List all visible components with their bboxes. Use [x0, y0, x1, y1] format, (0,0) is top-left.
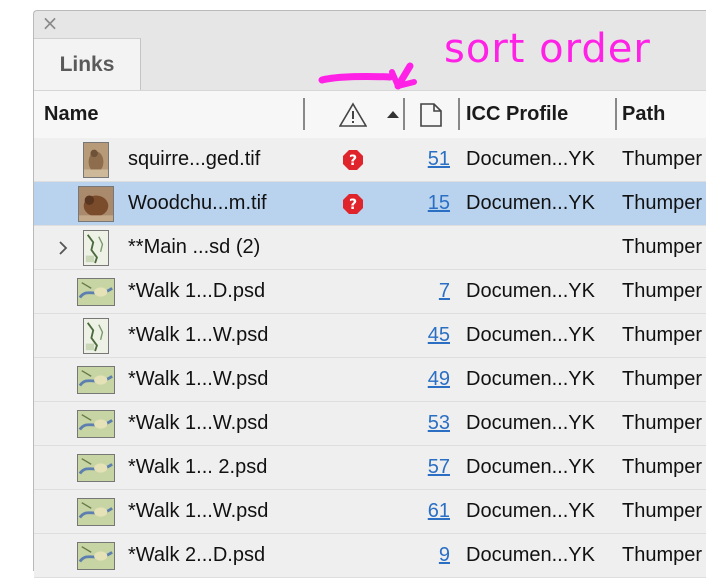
column-icc-header[interactable]: ICC Profile: [466, 91, 568, 138]
column-name-header[interactable]: Name: [44, 91, 98, 138]
file-path: Thumper: [622, 280, 703, 302]
annotation-arrow: [318, 62, 417, 90]
thumbnail: [77, 409, 115, 438]
file-name: *Walk 1...W.psd: [128, 412, 269, 434]
icc-profile: Documen...YK: [466, 456, 595, 478]
svg-text:?: ?: [349, 197, 357, 213]
icc-profile: Documen...YK: [466, 500, 595, 522]
table-row[interactable]: *Walk 1...W.psd 49 Documen...YK Thumper: [34, 358, 706, 402]
thumbnail: [77, 497, 115, 526]
sort-ascending-icon[interactable]: [386, 91, 400, 138]
file-name: Woodchu...m.tif: [128, 192, 267, 214]
page-link[interactable]: 49: [410, 358, 450, 401]
icc-profile: Documen...YK: [466, 148, 595, 170]
page-link[interactable]: 57: [410, 446, 450, 489]
thumbnail: [77, 541, 115, 570]
file-name: *Walk 2...D.psd: [128, 544, 266, 566]
missing-link-icon[interactable]: ?: [342, 149, 364, 171]
table-row[interactable]: **Main ...sd (2) Thumper: [34, 226, 706, 270]
icc-profile: Documen...YK: [466, 280, 595, 302]
table-row[interactable]: *Walk 1...W.psd 53 Documen...YK Thumper: [34, 402, 706, 446]
icc-profile: Documen...YK: [466, 192, 595, 214]
thumbnail: [77, 365, 115, 394]
links-list: squirre...ged.tif? 51 Documen...YK Thumper W…: [34, 138, 706, 578]
page-icon[interactable]: [419, 91, 443, 138]
table-row[interactable]: *Walk 1...D.psd 7 Documen...YK Thumper: [34, 270, 706, 314]
table-row[interactable]: *Walk 1...W.psd 45 Documen...YK Thumper: [34, 314, 706, 358]
file-name: squirre...ged.tif: [128, 148, 261, 170]
icc-profile: Documen...YK: [466, 544, 595, 566]
file-path: Thumper: [622, 544, 703, 566]
column-divider[interactable]: [303, 98, 305, 130]
file-path: Thumper: [622, 236, 703, 258]
column-divider[interactable]: [615, 98, 617, 130]
column-divider[interactable]: [403, 98, 405, 130]
missing-link-icon[interactable]: ?: [342, 193, 364, 215]
thumbnail: [77, 277, 115, 306]
file-path: Thumper: [622, 324, 703, 346]
page-link[interactable]: 61: [410, 490, 450, 533]
file-name: **Main ...sd (2): [128, 236, 261, 258]
page-link[interactable]: 45: [410, 314, 450, 357]
file-path: Thumper: [622, 456, 703, 478]
table-row[interactable]: squirre...ged.tif? 51 Documen...YK Thumper: [34, 138, 706, 182]
page-link[interactable]: 53: [410, 402, 450, 445]
column-divider[interactable]: [458, 98, 460, 130]
file-name: *Walk 1...D.psd: [128, 280, 266, 302]
file-name: *Walk 1... 2.psd: [128, 456, 268, 478]
table-row[interactable]: *Walk 1... 2.psd 57 Documen...YK Thumper: [34, 446, 706, 490]
file-path: Thumper: [622, 500, 703, 522]
thumbnail: [83, 141, 109, 178]
table-row[interactable]: *Walk 1...W.psd 61 Documen...YK Thumper: [34, 490, 706, 534]
file-path: Thumper: [622, 148, 703, 170]
column-header: Name ICC Profile Path: [34, 90, 706, 139]
file-name: *Walk 1...W.psd: [128, 368, 269, 390]
close-icon[interactable]: ×: [41, 13, 59, 33]
table-row[interactable]: Woodchu...m.tif? 15 Documen...YK Thumper: [34, 182, 706, 226]
page-link[interactable]: 51: [410, 138, 450, 181]
table-row[interactable]: *Walk 2...D.psd 9 Documen...YK Thumper: [34, 534, 706, 578]
svg-text:?: ?: [349, 153, 357, 169]
warning-triangle-icon[interactable]: [339, 91, 367, 138]
page-link[interactable]: 9: [410, 534, 450, 577]
file-path: Thumper: [622, 412, 703, 434]
thumbnail: [83, 229, 109, 266]
tab-links[interactable]: Links: [34, 38, 141, 91]
icc-profile: Documen...YK: [466, 324, 595, 346]
page-link[interactable]: 7: [410, 270, 450, 313]
file-name: *Walk 1...W.psd: [128, 500, 269, 522]
annotation-label: sort order: [444, 26, 651, 72]
icc-profile: Documen...YK: [466, 368, 595, 390]
chevron-right-icon[interactable]: [56, 238, 70, 258]
thumbnail: [77, 453, 115, 482]
column-path-header[interactable]: Path: [622, 91, 665, 138]
file-path: Thumper: [622, 192, 703, 214]
file-name: *Walk 1...W.psd: [128, 324, 269, 346]
icc-profile: Documen...YK: [466, 412, 595, 434]
file-path: Thumper: [622, 368, 703, 390]
page-link[interactable]: 15: [410, 182, 450, 225]
thumbnail: [83, 317, 109, 354]
thumbnail: [78, 185, 114, 222]
